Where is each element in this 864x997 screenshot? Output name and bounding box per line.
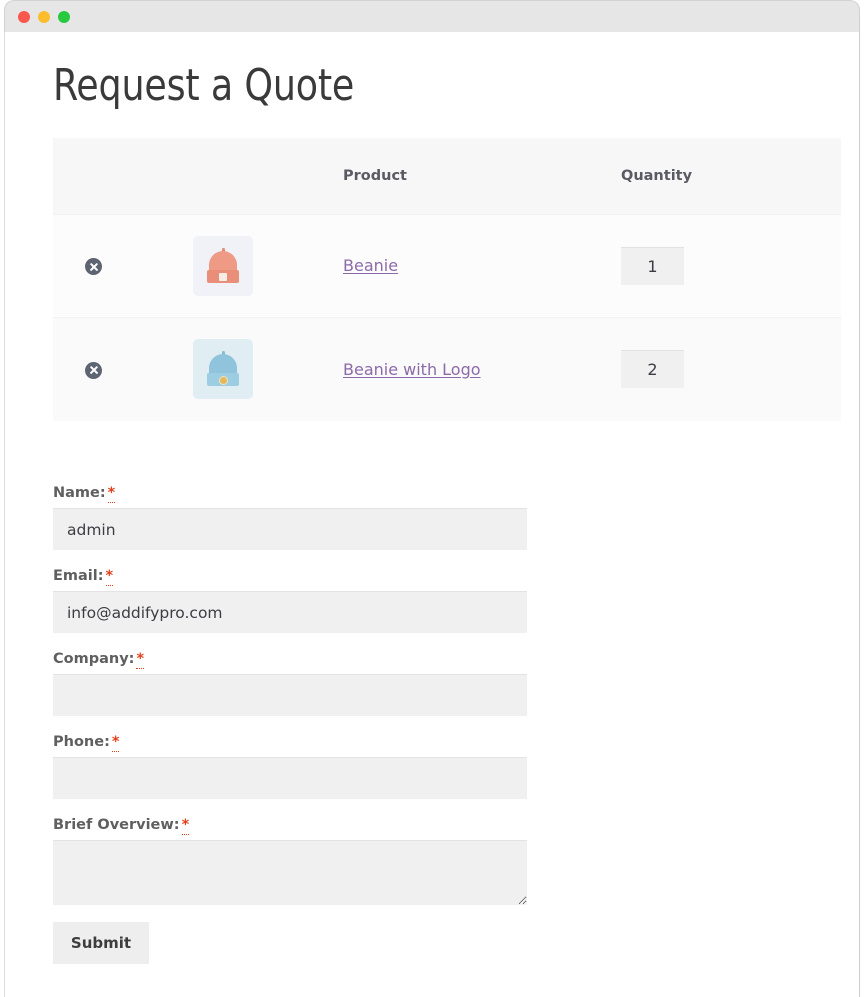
page-title: Request a Quote — [53, 32, 780, 108]
field-label-company: Company:* — [53, 651, 527, 667]
label-text: Brief Overview: — [53, 817, 180, 833]
minimize-window-button[interactable] — [38, 11, 50, 23]
column-header-thumbnail — [193, 138, 343, 214]
field-company: Company:* — [53, 651, 527, 716]
brief-overview-textarea[interactable] — [53, 840, 527, 905]
table-body: Beanie — [53, 214, 841, 421]
label-text: Phone: — [53, 734, 110, 750]
required-asterisk: * — [112, 734, 120, 752]
required-asterisk: * — [106, 568, 114, 586]
remove-cell — [53, 214, 193, 317]
product-thumbnail[interactable] — [193, 339, 253, 399]
company-input[interactable] — [53, 674, 527, 716]
field-label-name: Name:* — [53, 485, 527, 501]
required-asterisk: * — [108, 485, 116, 503]
browser-window: Request a Quote Product Quantity — [0, 0, 864, 997]
label-text: Company: — [53, 651, 134, 667]
product-link[interactable]: Beanie — [343, 256, 398, 275]
remove-circle-icon[interactable] — [85, 258, 102, 275]
beanie-with-logo-icon — [206, 351, 240, 387]
quote-request-form: Name:* Email:* Company:* — [53, 485, 527, 964]
column-header-quantity: Quantity — [621, 138, 841, 214]
column-header-product: Product — [343, 138, 621, 214]
table-row: Beanie — [53, 214, 841, 317]
label-text: Email: — [53, 568, 104, 584]
beanie-icon — [206, 248, 240, 284]
name-input[interactable] — [53, 508, 527, 550]
submit-button[interactable]: Submit — [53, 922, 149, 964]
thumbnail-cell — [193, 317, 343, 421]
product-name-cell: Beanie with Logo — [343, 317, 621, 421]
maximize-window-button[interactable] — [58, 11, 70, 23]
table-row: Beanie with Logo — [53, 317, 841, 421]
label-text: Name: — [53, 485, 106, 501]
field-name: Name:* — [53, 485, 527, 550]
window-titlebar — [4, 0, 860, 32]
close-window-button[interactable] — [18, 11, 30, 23]
quantity-input[interactable] — [621, 350, 684, 388]
field-email: Email:* — [53, 568, 527, 633]
product-thumbnail[interactable] — [193, 236, 253, 296]
remove-cell — [53, 317, 193, 421]
quote-products-table: Product Quantity — [53, 138, 841, 421]
required-asterisk: * — [136, 651, 144, 669]
field-brief-overview: Brief Overview:* — [53, 817, 527, 905]
required-asterisk: * — [182, 817, 190, 835]
field-label-phone: Phone:* — [53, 734, 527, 750]
table-header: Product Quantity — [53, 138, 841, 214]
quantity-input[interactable] — [621, 247, 684, 285]
remove-circle-icon[interactable] — [85, 362, 102, 379]
phone-input[interactable] — [53, 757, 527, 799]
quantity-cell — [621, 214, 841, 317]
thumbnail-cell — [193, 214, 343, 317]
page-content: Request a Quote Product Quantity — [53, 32, 843, 964]
field-label-brief-overview: Brief Overview:* — [53, 817, 527, 833]
product-link[interactable]: Beanie with Logo — [343, 360, 481, 379]
quantity-cell — [621, 317, 841, 421]
field-phone: Phone:* — [53, 734, 527, 799]
field-label-email: Email:* — [53, 568, 527, 584]
table-header-row: Product Quantity — [53, 138, 841, 214]
column-header-remove — [53, 138, 193, 214]
email-input[interactable] — [53, 591, 527, 633]
page-viewport: Request a Quote Product Quantity — [4, 32, 860, 997]
product-name-cell: Beanie — [343, 214, 621, 317]
